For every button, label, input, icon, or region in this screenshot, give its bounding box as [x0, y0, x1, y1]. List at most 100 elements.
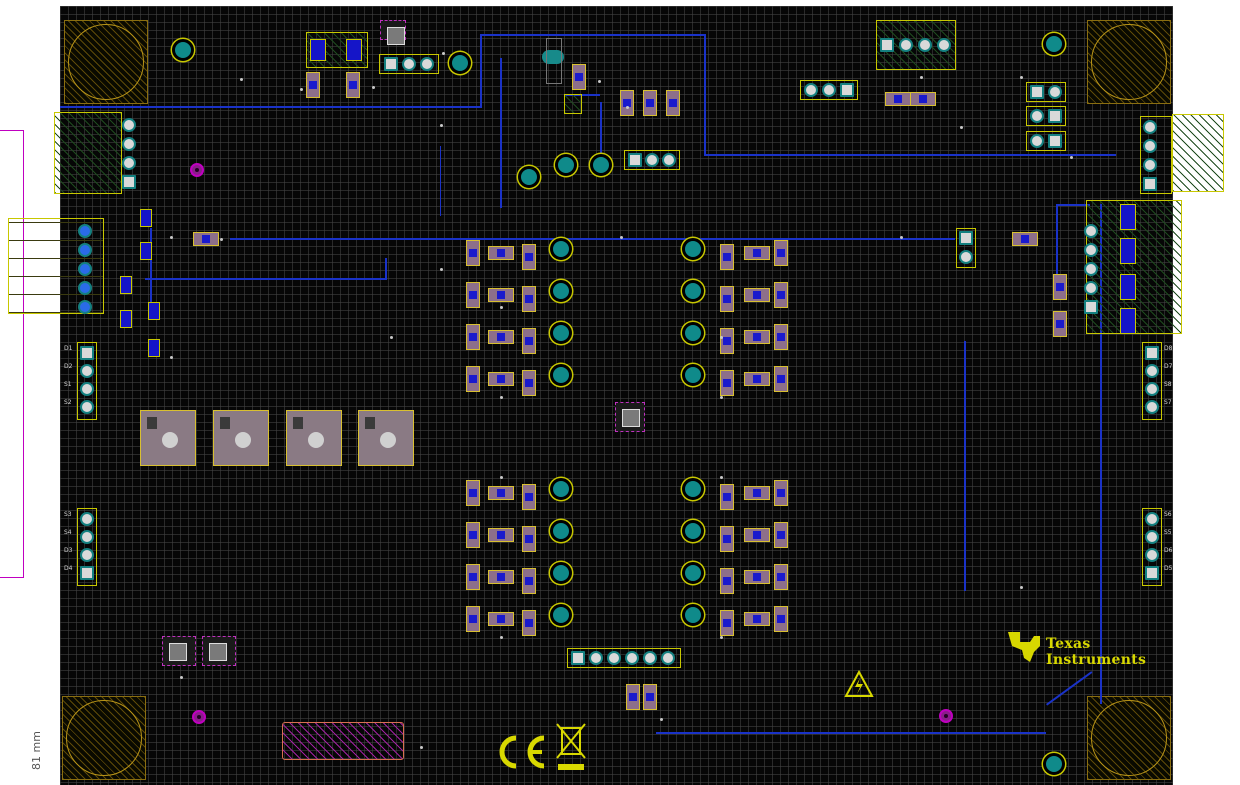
- ruler-line: [0, 130, 24, 131]
- connector-pin[interactable]: [1145, 346, 1159, 360]
- header-pin[interactable]: [402, 57, 416, 71]
- connector-pin[interactable]: [80, 400, 94, 414]
- test-point[interactable]: [550, 478, 572, 500]
- test-point[interactable]: [1043, 753, 1065, 775]
- jumper-pin[interactable]: [959, 231, 973, 245]
- terminal-pin[interactable]: [78, 300, 92, 314]
- test-point[interactable]: [550, 238, 572, 260]
- terminal-pin[interactable]: [78, 262, 92, 276]
- capacitor-footprint: [572, 64, 586, 90]
- header-pin[interactable]: [661, 651, 675, 665]
- resistor-footprint: [643, 684, 657, 710]
- test-point[interactable]: [682, 238, 704, 260]
- header-pin[interactable]: [645, 153, 659, 167]
- copper-trace: [1046, 671, 1093, 706]
- header-pin[interactable]: [607, 651, 621, 665]
- header-pin[interactable]: [804, 83, 818, 97]
- test-point[interactable]: [682, 604, 704, 626]
- test-point[interactable]: [555, 154, 577, 176]
- via-dot: [500, 476, 503, 479]
- test-point[interactable]: [550, 322, 572, 344]
- test-point[interactable]: [550, 562, 572, 584]
- header-pin[interactable]: [571, 651, 585, 665]
- test-point[interactable]: [550, 604, 572, 626]
- header-pin[interactable]: [625, 651, 639, 665]
- connector-pin[interactable]: [1145, 566, 1159, 580]
- header-pin[interactable]: [662, 153, 676, 167]
- terminal-pin[interactable]: [78, 243, 92, 257]
- terminal-pin[interactable]: [122, 175, 136, 189]
- terminal-pin[interactable]: [1084, 262, 1098, 276]
- jumper-pin[interactable]: [1048, 109, 1062, 123]
- header-pin[interactable]: [840, 83, 854, 97]
- jumper-pin[interactable]: [1030, 109, 1044, 123]
- header-pin[interactable]: [420, 57, 434, 71]
- test-point[interactable]: [1043, 33, 1065, 55]
- terminal-pin[interactable]: [1084, 224, 1098, 238]
- test-point[interactable]: [682, 520, 704, 542]
- test-point[interactable]: [449, 52, 471, 74]
- test-point[interactable]: [550, 520, 572, 542]
- test-point[interactable]: [682, 478, 704, 500]
- test-point[interactable]: [682, 322, 704, 344]
- connector-pin[interactable]: [1145, 548, 1159, 562]
- connector-pin[interactable]: [80, 364, 94, 378]
- weee-mark-icon: [556, 723, 586, 770]
- test-point[interactable]: [682, 280, 704, 302]
- connector-pin[interactable]: [80, 512, 94, 526]
- jumper-pin[interactable]: [959, 250, 973, 264]
- header-pin[interactable]: [384, 57, 398, 71]
- terminal-pin[interactable]: [1084, 243, 1098, 257]
- terminal-pin[interactable]: [918, 38, 932, 52]
- test-point[interactable]: [550, 364, 572, 386]
- gate-resistor: [466, 480, 480, 506]
- connector-pin[interactable]: [80, 382, 94, 396]
- test-point[interactable]: [172, 39, 194, 61]
- jumper-pin[interactable]: [1030, 134, 1044, 148]
- connector-pin[interactable]: [80, 548, 94, 562]
- connector-pin[interactable]: [1145, 400, 1159, 414]
- connector-pin[interactable]: [80, 566, 94, 580]
- jumper-pin[interactable]: [1048, 85, 1062, 99]
- header-pin[interactable]: [643, 651, 657, 665]
- test-point[interactable]: [590, 154, 612, 176]
- resistor-footprint: [1012, 232, 1038, 246]
- terminal-pin[interactable]: [1143, 120, 1157, 134]
- pcb-board[interactable]: D1 D2 S1 S2 S3 S4 D3 D4 D8 D7 S8 S7 S6 S: [8, 6, 1224, 785]
- terminal-pin[interactable]: [1143, 158, 1157, 172]
- connector-pin[interactable]: [1145, 382, 1159, 396]
- connector-pin[interactable]: [80, 346, 94, 360]
- terminal-block-right-top[interactable]: [1172, 114, 1224, 192]
- via: [190, 163, 204, 177]
- terminal-pin[interactable]: [1143, 139, 1157, 153]
- header-pin[interactable]: [822, 83, 836, 97]
- terminal-pin[interactable]: [1084, 281, 1098, 295]
- connector-pin[interactable]: [1145, 364, 1159, 378]
- header-pin[interactable]: [628, 153, 642, 167]
- terminal-pin[interactable]: [122, 156, 136, 170]
- terminal-pin[interactable]: [78, 281, 92, 295]
- test-point[interactable]: [550, 280, 572, 302]
- test-point[interactable]: [682, 364, 704, 386]
- jumper-pin[interactable]: [1048, 134, 1062, 148]
- smd-pad: [310, 39, 326, 61]
- terminal-pin[interactable]: [122, 137, 136, 151]
- terminal-pin[interactable]: [1143, 177, 1157, 191]
- header-pin[interactable]: [589, 651, 603, 665]
- connector-pin[interactable]: [1145, 530, 1159, 544]
- jumper-pin[interactable]: [1030, 85, 1044, 99]
- brand-line-2: Instruments: [1046, 652, 1147, 668]
- terminal-block-left-top[interactable]: [54, 112, 122, 194]
- terminal-pin[interactable]: [937, 38, 951, 52]
- test-point[interactable]: [682, 562, 704, 584]
- terminal-pin[interactable]: [1084, 300, 1098, 314]
- terminal-pin[interactable]: [78, 224, 92, 238]
- copper-trace: [480, 34, 704, 36]
- terminal-pin[interactable]: [122, 118, 136, 132]
- terminal-pin[interactable]: [880, 38, 894, 52]
- connector-pin[interactable]: [80, 530, 94, 544]
- connector-pin[interactable]: [1145, 512, 1159, 526]
- test-point[interactable]: [518, 166, 540, 188]
- connector-label-s1: S1: [64, 381, 72, 388]
- terminal-pin[interactable]: [899, 38, 913, 52]
